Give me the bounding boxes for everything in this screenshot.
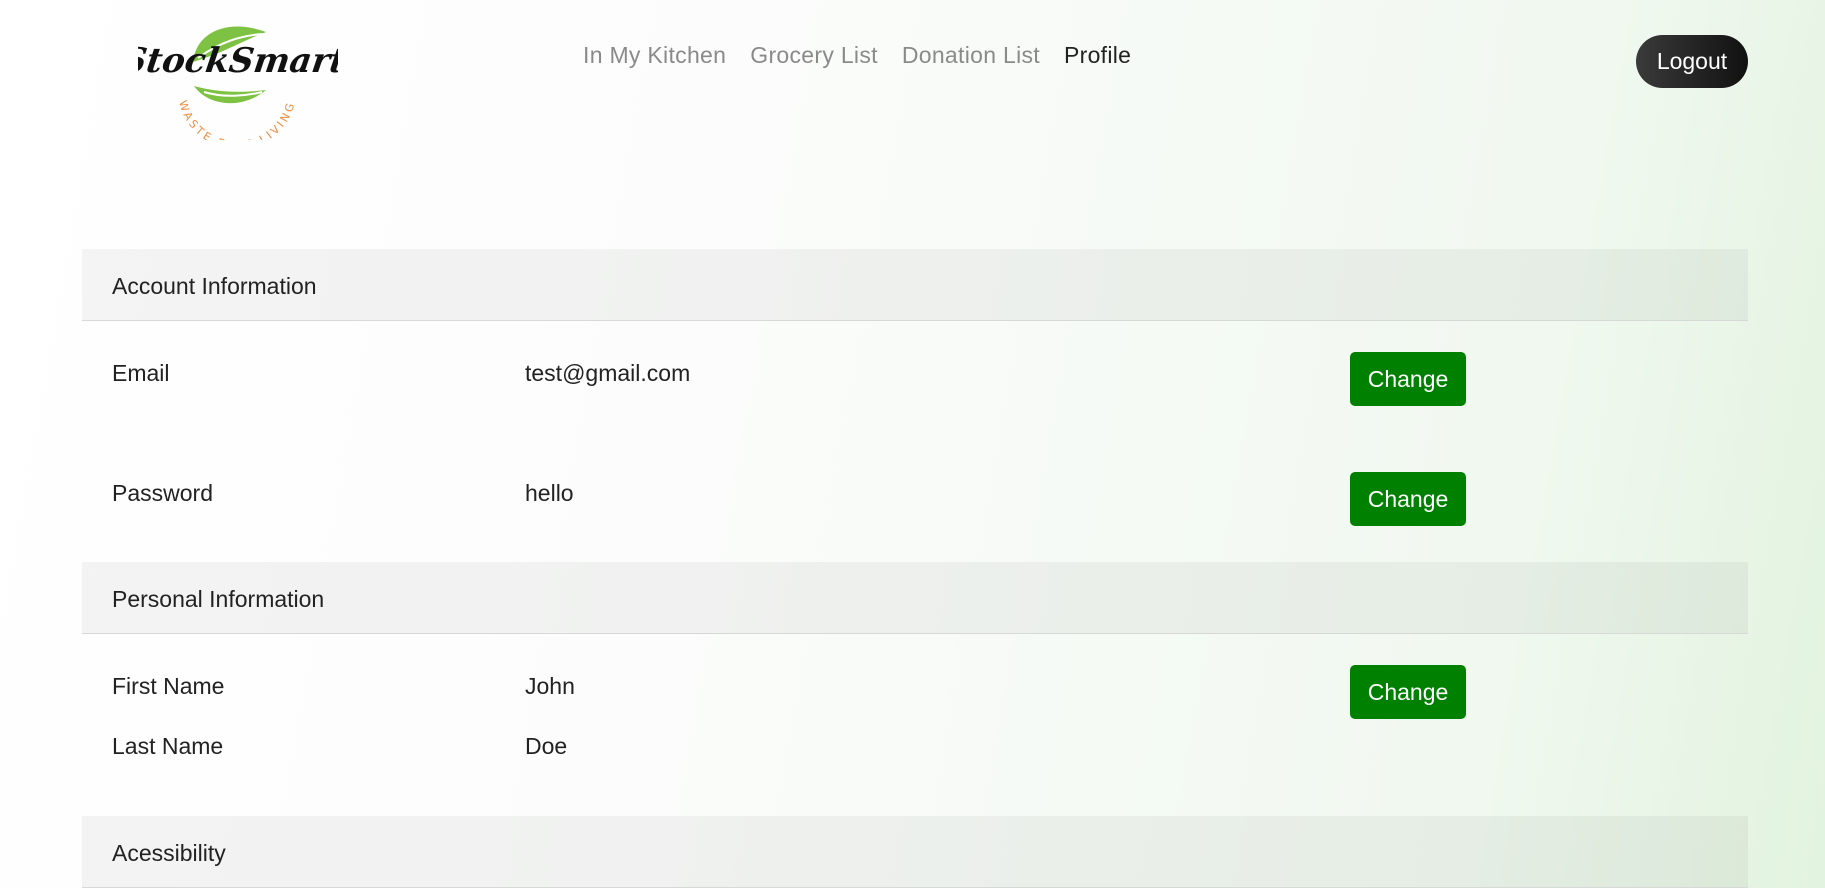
last-name-label: Last Name xyxy=(112,733,224,759)
password-label: Password xyxy=(112,480,213,506)
change-password-button[interactable]: Change xyxy=(1350,472,1466,526)
section-title: Personal Information xyxy=(112,586,325,612)
last-name-value: Doe xyxy=(525,733,568,759)
nav-grocery-list[interactable]: Grocery List xyxy=(750,42,878,69)
logo-tagline: WASTE FREE LIVING xyxy=(176,99,298,140)
section-title: Account Information xyxy=(112,273,317,299)
password-value: hello xyxy=(525,480,574,506)
main-nav: In My Kitchen Grocery List Donation List… xyxy=(583,42,1131,69)
personal-information-header: Personal Information xyxy=(82,562,1748,634)
nav-donation-list[interactable]: Donation List xyxy=(902,42,1040,69)
nav-in-my-kitchen[interactable]: In My Kitchen xyxy=(583,42,726,69)
change-name-button[interactable]: Change xyxy=(1350,665,1466,719)
change-email-button[interactable]: Change xyxy=(1350,352,1466,406)
nav-profile[interactable]: Profile xyxy=(1064,42,1131,69)
email-value: test@gmail.com xyxy=(525,360,691,386)
logo-wordmark: StockSmart xyxy=(138,41,338,81)
logout-button[interactable]: Logout xyxy=(1636,35,1748,88)
section-title: Acessibility xyxy=(112,840,226,866)
first-name-value: John xyxy=(525,673,575,699)
stocksmart-logo[interactable]: StockSmart WASTE FREE LIVING xyxy=(119,10,348,152)
account-information-header: Account Information xyxy=(82,249,1748,321)
email-label: Email xyxy=(112,360,170,386)
first-name-label: First Name xyxy=(112,673,225,699)
bottom-leaf-icon xyxy=(194,86,266,104)
accessibility-header: Acessibility xyxy=(82,816,1748,888)
